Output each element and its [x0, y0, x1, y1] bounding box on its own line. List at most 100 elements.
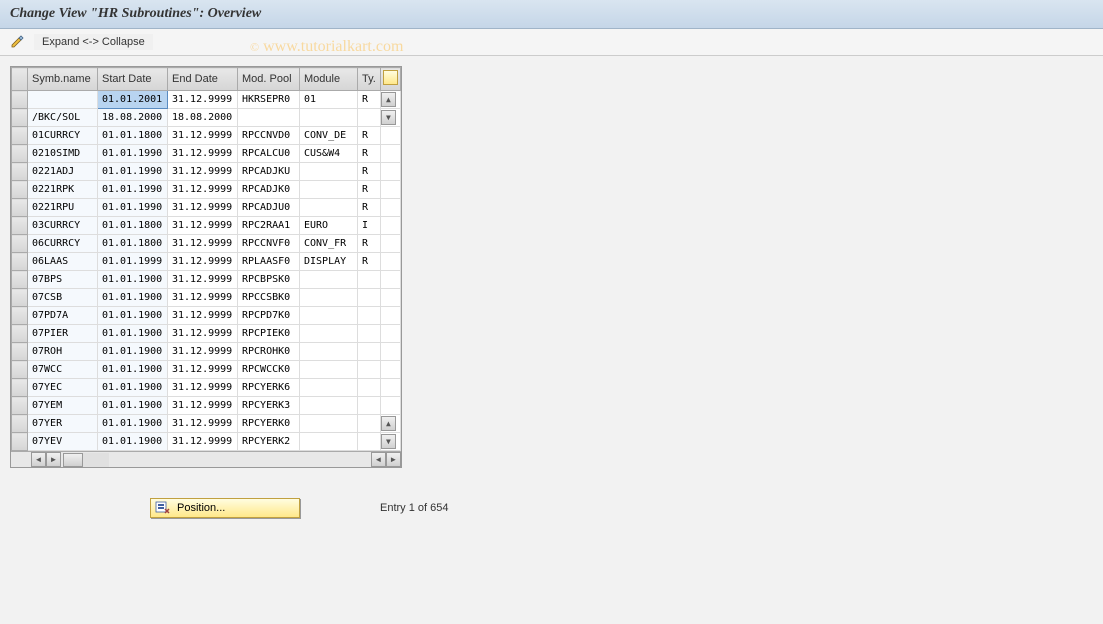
cell-end[interactable]: 31.12.9999 [168, 181, 238, 199]
table-row[interactable]: 07YER01.01.190031.12.9999RPCYERK0▲ [12, 415, 401, 433]
cell-pool[interactable]: RPCALCU0 [238, 145, 300, 163]
cell-end[interactable]: 31.12.9999 [168, 271, 238, 289]
cell-start[interactable]: 01.01.1900 [98, 325, 168, 343]
hscroll-thumb[interactable] [63, 453, 83, 467]
cell-symb[interactable]: 07WCC [28, 361, 98, 379]
vscroll-cell[interactable] [380, 145, 400, 163]
table-row[interactable]: 06LAAS01.01.199931.12.9999RPLAASF0DISPLA… [12, 253, 401, 271]
cell-pool[interactable]: RPCPD7K0 [238, 307, 300, 325]
cell-symb[interactable]: 03CURRCY [28, 217, 98, 235]
cell-start[interactable]: 01.01.1990 [98, 181, 168, 199]
cell-ty[interactable]: R [358, 145, 381, 163]
cell-ty[interactable] [358, 109, 381, 127]
vscroll-cell[interactable]: ▲ [380, 415, 400, 433]
table-row[interactable]: 06CURRCY01.01.180031.12.9999RPCCNVF0CONV… [12, 235, 401, 253]
cell-module[interactable] [300, 325, 358, 343]
cell-end[interactable]: 31.12.9999 [168, 415, 238, 433]
cell-pool[interactable]: RPC2RAA1 [238, 217, 300, 235]
table-row[interactable]: 0210SIMD01.01.199031.12.9999RPCALCU0CUS&… [12, 145, 401, 163]
col-header-pool[interactable]: Mod. Pool [238, 68, 300, 91]
col-header-module[interactable]: Module [300, 68, 358, 91]
row-selector[interactable] [12, 199, 28, 217]
cell-pool[interactable]: RPCCNVD0 [238, 127, 300, 145]
table-row[interactable]: 03CURRCY01.01.180031.12.9999RPC2RAA1EURO… [12, 217, 401, 235]
table-row[interactable]: 0221RPU01.01.199031.12.9999RPCADJU0R [12, 199, 401, 217]
table-row[interactable]: 0221RPK01.01.199031.12.9999RPCADJK0R [12, 181, 401, 199]
cell-ty[interactable] [358, 415, 381, 433]
col-header-start[interactable]: Start Date [98, 68, 168, 91]
cell-ty[interactable] [358, 397, 381, 415]
cell-end[interactable]: 31.12.9999 [168, 433, 238, 451]
cell-start[interactable]: 01.01.1990 [98, 163, 168, 181]
table-row[interactable]: 07WCC01.01.190031.12.9999RPCWCCK0 [12, 361, 401, 379]
position-button[interactable]: Position... [150, 498, 300, 518]
cell-module[interactable]: EURO [300, 217, 358, 235]
cell-pool[interactable]: HKRSEPR0 [238, 91, 300, 109]
table-row[interactable]: 01CURRCY01.01.180031.12.9999RPCCNVD0CONV… [12, 127, 401, 145]
cell-module[interactable] [300, 361, 358, 379]
cell-pool[interactable]: RPCYERK2 [238, 433, 300, 451]
cell-module[interactable] [300, 199, 358, 217]
cell-end[interactable]: 31.12.9999 [168, 325, 238, 343]
cell-end[interactable]: 31.12.9999 [168, 127, 238, 145]
cell-end[interactable]: 31.12.9999 [168, 379, 238, 397]
table-row[interactable]: 0221ADJ01.01.199031.12.9999RPCADJKUR [12, 163, 401, 181]
row-selector[interactable] [12, 415, 28, 433]
cell-start[interactable]: 01.01.1800 [98, 127, 168, 145]
cell-pool[interactable]: RPCYERK6 [238, 379, 300, 397]
table-row[interactable]: 07YEM01.01.190031.12.9999RPCYERK3 [12, 397, 401, 415]
cell-end[interactable]: 31.12.9999 [168, 289, 238, 307]
hscroll-left2-button[interactable]: ◄ [371, 452, 386, 467]
table-row[interactable]: 07PIER01.01.190031.12.9999RPCPIEK0 [12, 325, 401, 343]
table-row[interactable]: 07YEV01.01.190031.12.9999RPCYERK2▼ [12, 433, 401, 451]
cell-end[interactable]: 31.12.9999 [168, 307, 238, 325]
hscroll-right-button[interactable]: ► [46, 452, 61, 467]
row-selector[interactable] [12, 91, 28, 109]
cell-module[interactable] [300, 109, 358, 127]
cell-start[interactable]: 01.01.1990 [98, 199, 168, 217]
cell-module[interactable] [300, 415, 358, 433]
vscroll-cell[interactable] [380, 343, 400, 361]
table-row[interactable]: 07CSB01.01.190031.12.9999RPCCSBK0 [12, 289, 401, 307]
cell-pool[interactable]: RPCADJKU [238, 163, 300, 181]
cell-symb[interactable]: /BKC/SOL [28, 109, 98, 127]
cell-symb[interactable]: 07YEC [28, 379, 98, 397]
cell-start[interactable]: 01.01.1999 [98, 253, 168, 271]
cell-ty[interactable]: R [358, 181, 381, 199]
cell-ty[interactable]: R [358, 253, 381, 271]
table-row[interactable]: 07PD7A01.01.190031.12.9999RPCPD7K0 [12, 307, 401, 325]
row-selector[interactable] [12, 145, 28, 163]
row-selector[interactable] [12, 235, 28, 253]
cell-ty[interactable] [358, 307, 381, 325]
cell-module[interactable]: CONV_DE [300, 127, 358, 145]
cell-symb[interactable]: 0210SIMD [28, 145, 98, 163]
cell-symb[interactable]: 07ROH [28, 343, 98, 361]
row-selector[interactable] [12, 271, 28, 289]
cell-start[interactable]: 01.01.1800 [98, 235, 168, 253]
expand-collapse-button[interactable]: Expand <-> Collapse [34, 34, 153, 50]
cell-module[interactable] [300, 163, 358, 181]
cell-symb[interactable]: 07BPS [28, 271, 98, 289]
hscroll-left-button[interactable]: ◄ [31, 452, 46, 467]
cell-symb[interactable] [28, 91, 98, 109]
row-selector[interactable] [12, 325, 28, 343]
cell-ty[interactable] [358, 289, 381, 307]
cell-module[interactable] [300, 379, 358, 397]
cell-symb[interactable]: 07YEV [28, 433, 98, 451]
cell-module[interactable]: DISPLAY [300, 253, 358, 271]
vscroll-cell[interactable]: ▼ [380, 109, 400, 127]
cell-end[interactable]: 31.12.9999 [168, 343, 238, 361]
hscroll-right2-button[interactable]: ► [386, 452, 401, 467]
vscroll-up-button[interactable]: ▲ [381, 92, 396, 107]
vscroll-cell[interactable] [380, 253, 400, 271]
col-header-end[interactable]: End Date [168, 68, 238, 91]
row-selector[interactable] [12, 253, 28, 271]
cell-module[interactable] [300, 307, 358, 325]
cell-symb[interactable]: 06CURRCY [28, 235, 98, 253]
cell-symb[interactable]: 07CSB [28, 289, 98, 307]
row-selector[interactable] [12, 163, 28, 181]
cell-pool[interactable]: RPCADJK0 [238, 181, 300, 199]
vscroll-up2-button[interactable]: ▲ [381, 416, 396, 431]
cell-ty[interactable]: R [358, 163, 381, 181]
cell-start[interactable]: 01.01.1900 [98, 307, 168, 325]
